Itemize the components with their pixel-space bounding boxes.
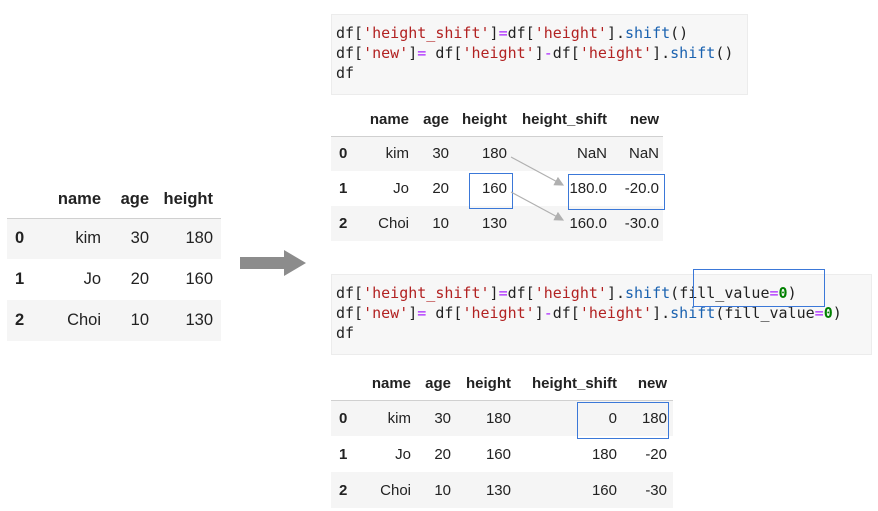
cell-height: 180 xyxy=(485,409,511,427)
table-row: 1 Jo 20 160 xyxy=(7,259,221,300)
row-index: 0 xyxy=(339,409,348,427)
cell-name: kim xyxy=(385,145,409,163)
cell-new: -30.0 xyxy=(624,215,659,232)
column-header: new xyxy=(617,368,673,401)
cell-age: 20 xyxy=(130,270,149,288)
cell-height-shift: NaN xyxy=(576,145,607,163)
column-header: age xyxy=(409,104,449,137)
highlight-box-shift-result xyxy=(568,174,665,210)
row-index: 1 xyxy=(15,270,25,288)
table-row: 1 Jo 20 160 180 -20 xyxy=(331,436,673,472)
column-header: age xyxy=(411,368,451,401)
code-line: df xyxy=(336,324,355,342)
cell-age: 30 xyxy=(434,409,451,427)
highlight-box-height-value xyxy=(469,173,513,209)
code-line: df['height_shift']=df['height'].shift() xyxy=(336,24,689,42)
cell-new: -20 xyxy=(645,445,667,463)
cell-height: 130 xyxy=(481,215,507,232)
left-dataframe: name age height 0 kim 30 180 1 Jo 20 160… xyxy=(7,182,221,341)
column-header: name xyxy=(367,368,411,401)
column-header: name xyxy=(367,104,409,137)
cell-name: Choi xyxy=(378,215,409,232)
cell-age: 30 xyxy=(130,229,149,248)
column-header: height xyxy=(149,182,221,219)
index-header xyxy=(331,368,367,401)
cell-new: -30 xyxy=(645,481,667,499)
row-index: 2 xyxy=(15,311,25,329)
cell-name: Choi xyxy=(380,481,411,499)
row-index: 1 xyxy=(339,445,348,463)
cell-name: Jo xyxy=(395,445,411,463)
code-cell-shift[interactable]: df['height_shift']=df['height'].shift() … xyxy=(331,14,748,95)
column-header: age xyxy=(101,182,149,219)
table-row: 0 kim 30 180 NaN NaN xyxy=(331,136,663,171)
column-header: height_shift xyxy=(511,368,617,401)
row-index: 1 xyxy=(339,180,348,197)
cell-name: Choi xyxy=(67,311,101,329)
cell-height: 180 xyxy=(185,229,213,248)
cell-name: kim xyxy=(387,409,411,427)
index-header xyxy=(7,182,45,219)
column-header: name xyxy=(45,182,101,219)
cell-new: NaN xyxy=(628,145,659,163)
cell-height-shift: 180 xyxy=(591,445,617,463)
table-row: 2 Choi 10 130 160.0 -30.0 xyxy=(331,206,663,241)
cell-age: 20 xyxy=(432,180,449,197)
table-header-row: name age height xyxy=(7,182,221,219)
cell-age: 20 xyxy=(434,445,451,463)
cell-height: 160 xyxy=(185,270,213,288)
column-header: new xyxy=(607,104,663,137)
cell-age: 30 xyxy=(432,145,449,163)
column-header: height xyxy=(451,368,511,401)
column-header: height xyxy=(449,104,507,137)
index-header xyxy=(331,104,367,137)
cell-name: Jo xyxy=(83,270,101,288)
row-index: 2 xyxy=(339,481,348,499)
cell-height: 180 xyxy=(481,145,507,163)
cell-age: 10 xyxy=(130,311,149,329)
cell-name: kim xyxy=(75,229,101,248)
highlight-box-fill-value xyxy=(693,269,825,307)
table-row: 2 Choi 10 130 xyxy=(7,300,221,341)
row-index: 0 xyxy=(15,229,25,248)
cell-height-shift: 160.0 xyxy=(569,215,607,232)
table-row: 2 Choi 10 130 160 -30 xyxy=(331,472,673,508)
code-line: df['new']= df['height']-df['height'].shi… xyxy=(336,44,734,62)
highlight-box-filled-result xyxy=(577,402,669,439)
row-index: 2 xyxy=(339,215,348,232)
table-header-row: name age height height_shift new xyxy=(331,104,663,137)
column-header: height_shift xyxy=(507,104,607,137)
code-line: df xyxy=(336,64,355,82)
cell-height: 130 xyxy=(185,311,213,329)
table-header-row: name age height height_shift new xyxy=(331,368,673,401)
cell-age: 10 xyxy=(432,215,449,232)
table-row: 0 kim 30 180 xyxy=(7,218,221,259)
cell-age: 10 xyxy=(434,481,451,499)
cell-name: Jo xyxy=(393,180,409,197)
cell-height-shift: 160 xyxy=(591,481,617,499)
cell-height: 160 xyxy=(485,445,511,463)
row-index: 0 xyxy=(339,145,348,163)
right-arrow-icon xyxy=(240,250,306,276)
cell-height: 130 xyxy=(485,481,511,499)
